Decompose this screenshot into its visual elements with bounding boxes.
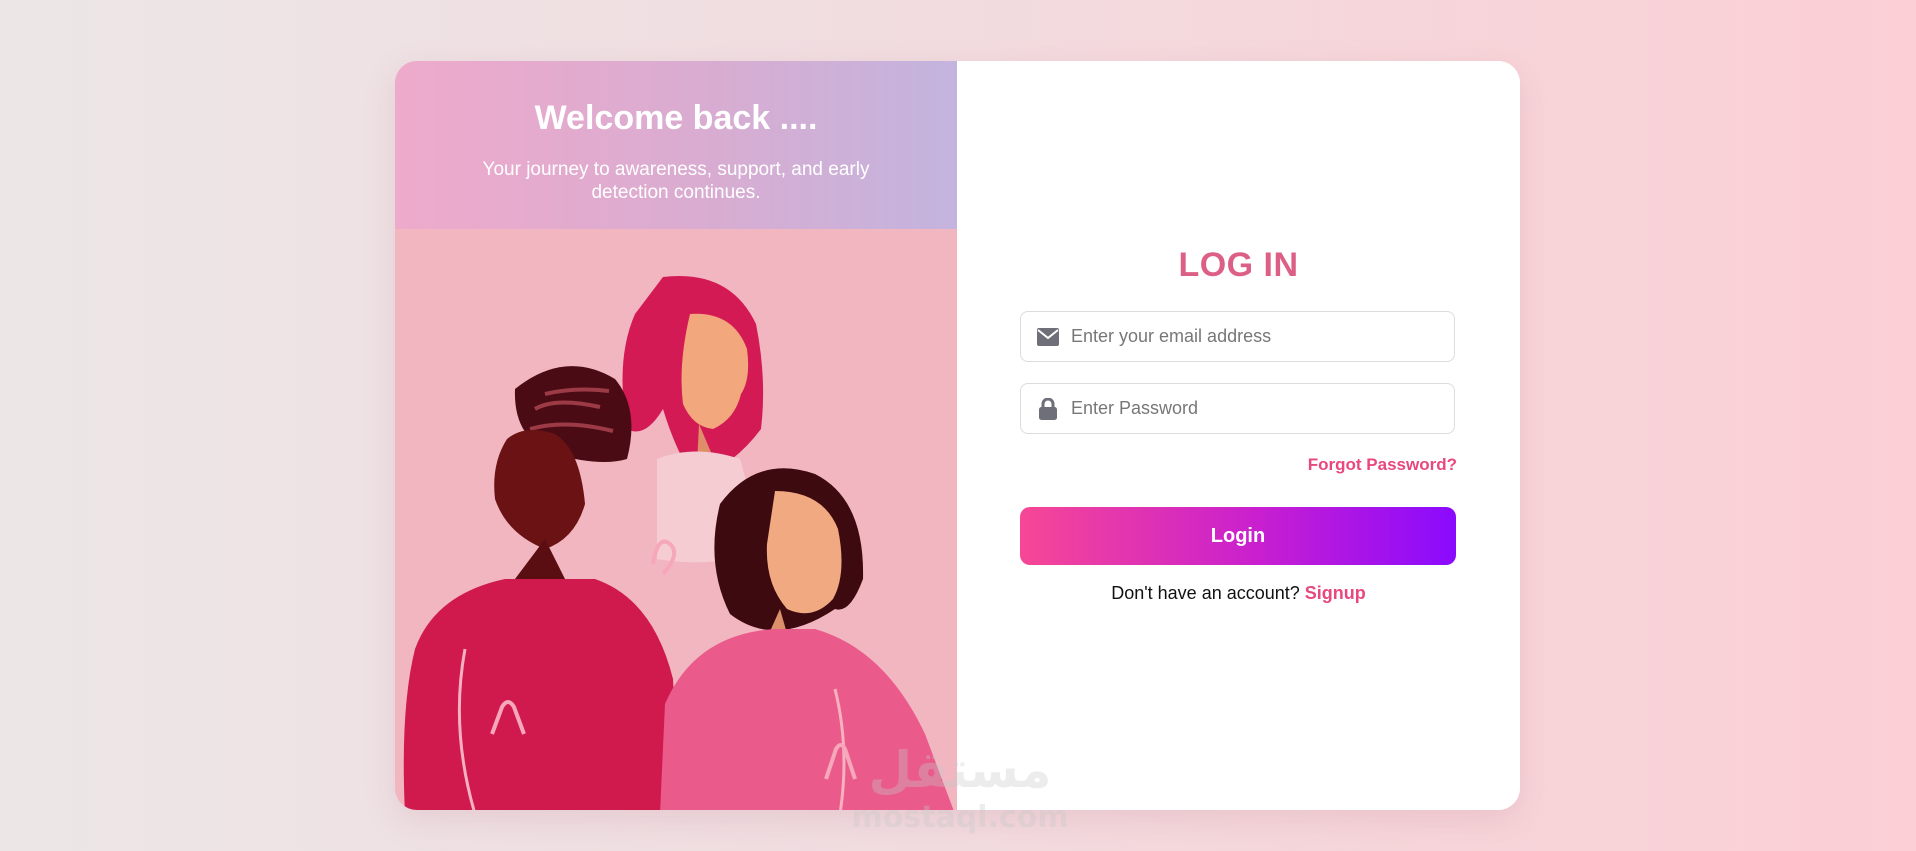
- watermark-arabic: مستقل: [869, 741, 1052, 799]
- hero-subtitle: Your journey to awareness, support, and …: [482, 159, 870, 203]
- envelope-icon: [1035, 324, 1061, 350]
- forgot-password-link[interactable]: Forgot Password?: [1308, 455, 1457, 475]
- password-input[interactable]: [1069, 383, 1454, 434]
- form-panel: LOG IN Forgot Password? Login Don't have…: [957, 61, 1520, 810]
- form-title: LOG IN: [1178, 246, 1299, 284]
- signup-row: Don't have an account? Signup: [957, 583, 1520, 604]
- login-card: Welcome back .... Your journey to awaren…: [395, 61, 1520, 810]
- women-illustration: [395, 229, 957, 810]
- login-button[interactable]: Login: [1020, 507, 1456, 565]
- password-field[interactable]: [1020, 383, 1455, 434]
- hero-title: Welcome back ....: [534, 99, 818, 137]
- lock-icon: [1035, 396, 1061, 422]
- watermark-latin: mostaql.com: [851, 800, 1068, 835]
- email-input[interactable]: [1069, 311, 1454, 362]
- mostaql-watermark: مستقل mostaql.com: [851, 741, 1068, 835]
- signup-link[interactable]: Signup: [1305, 583, 1366, 603]
- hero-panel: Welcome back .... Your journey to awaren…: [395, 61, 957, 810]
- hero-header: Welcome back .... Your journey to awaren…: [395, 61, 957, 229]
- signup-prompt: Don't have an account?: [1111, 583, 1300, 603]
- email-field[interactable]: [1020, 311, 1455, 362]
